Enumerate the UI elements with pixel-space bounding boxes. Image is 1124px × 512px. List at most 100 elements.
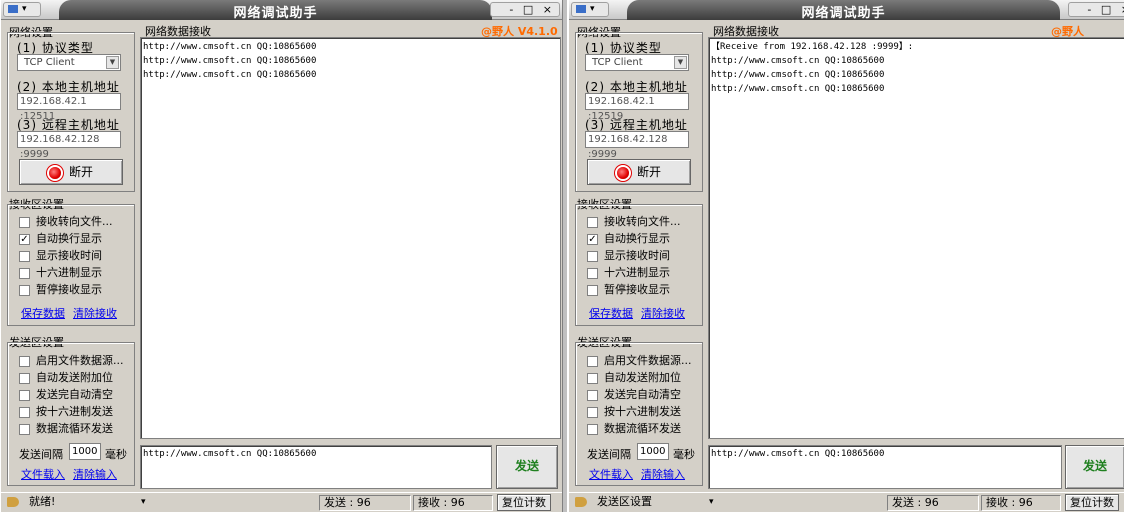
local-host-input[interactable]: 192.168.42.1 :12519: [585, 93, 689, 122]
option-label: 按十六进制发送: [36, 405, 113, 418]
checkbox-checked[interactable]: ✓: [19, 233, 30, 245]
recv-option-0[interactable]: 接收转向文件...: [19, 213, 113, 229]
send-option-0[interactable]: 启用文件数据源...: [19, 352, 124, 368]
chevron-down-icon[interactable]: ▼: [106, 56, 119, 69]
recv-option-1[interactable]: ✓ 自动换行显示: [19, 230, 102, 246]
status-caret: ▾: [709, 497, 714, 507]
protocol-select[interactable]: TCP Client ▼: [17, 54, 121, 71]
send-option-2[interactable]: 发送完自动清空: [587, 386, 681, 402]
remote-host-input[interactable]: 192.168.42.128 :9999: [585, 131, 689, 160]
option-label: 十六进制显示: [36, 266, 102, 279]
recv-text-area[interactable]: http://www.cmsoft.cn QQ:10865600 http://…: [140, 37, 561, 439]
reset-count-button[interactable]: 复位计数: [1065, 494, 1119, 511]
app-icon: [8, 4, 18, 13]
send-option-4[interactable]: 数据流循环发送: [19, 420, 113, 436]
reset-count-button[interactable]: 复位计数: [497, 494, 551, 511]
send-button[interactable]: 发送: [496, 445, 558, 489]
send-interval-label: 发送间隔: [19, 448, 63, 461]
checkbox[interactable]: [19, 267, 30, 279]
settings-panel: 网络设置 (1) 协议类型 TCP Client ▼ (2) 本地主机地址 192…: [573, 22, 705, 488]
send-option-3[interactable]: 按十六进制发送: [587, 403, 681, 419]
recv-line: http://www.cmsoft.cn QQ:10865600: [143, 56, 317, 66]
sent-count: 发送 : 96: [319, 495, 411, 511]
send-interval-input[interactable]: 1000: [69, 443, 101, 460]
connection-led-icon: [48, 166, 61, 179]
send-option-1[interactable]: 自动发送附加位: [19, 369, 113, 385]
checkbox[interactable]: [587, 389, 598, 401]
clear-recv-link[interactable]: 清除接收: [73, 305, 117, 321]
checkbox[interactable]: [19, 216, 30, 228]
send-option-4[interactable]: 数据流循环发送: [587, 420, 681, 436]
send-option-3[interactable]: 按十六进制发送: [19, 403, 113, 419]
send-interval-input[interactable]: 1000: [637, 443, 669, 460]
send-button[interactable]: 发送: [1065, 445, 1124, 489]
file-load-link[interactable]: 文件载入: [589, 466, 633, 482]
recv-line: http://www.cmsoft.cn QQ:10865600: [143, 70, 317, 80]
checkbox[interactable]: [19, 372, 30, 384]
recv-option-3[interactable]: 十六进制显示: [19, 264, 102, 280]
recv-option-0[interactable]: 接收转向文件...: [587, 213, 681, 229]
checkbox[interactable]: [19, 355, 30, 367]
option-label: 按十六进制发送: [604, 405, 681, 418]
save-data-link[interactable]: 保存数据: [589, 305, 633, 321]
local-host-input[interactable]: 192.168.42.1 :12511: [17, 93, 121, 122]
recv-option-3[interactable]: 十六进制显示: [587, 264, 670, 280]
status-bar: 发送区设置 ▾ 发送 : 96 接收 : 96 复位计数: [569, 492, 1124, 512]
checkbox[interactable]: [587, 406, 598, 418]
checkbox[interactable]: [587, 355, 598, 367]
checkbox[interactable]: [587, 267, 598, 279]
recv-option-2[interactable]: 显示接收时间: [19, 247, 102, 263]
status-bar: 就绪! ▾ 发送 : 96 接收 : 96 复位计数: [1, 492, 562, 512]
protocol-value: TCP Client: [592, 57, 643, 68]
checkbox[interactable]: [587, 284, 598, 296]
sent-count: 发送 : 96: [887, 495, 979, 511]
hand-icon: [575, 497, 587, 507]
status-caret: ▾: [141, 497, 146, 507]
disconnect-button[interactable]: 断开: [587, 159, 691, 185]
option-label: 接收转向文件...: [36, 215, 113, 228]
checkbox[interactable]: [19, 423, 30, 435]
checkbox[interactable]: [19, 406, 30, 418]
checkbox[interactable]: [19, 389, 30, 401]
checkbox[interactable]: [19, 284, 30, 296]
checkbox-checked[interactable]: ✓: [587, 233, 598, 245]
disconnect-button[interactable]: 断开: [19, 159, 123, 185]
recv-option-2[interactable]: 显示接收时间: [587, 247, 670, 263]
disconnect-label: 断开: [636, 165, 661, 179]
clear-input-link[interactable]: 清除输入: [641, 466, 685, 482]
remote-host-input[interactable]: 192.168.42.128 :9999: [17, 131, 121, 160]
recv-line: http://www.cmsoft.cn QQ:10865600: [711, 56, 885, 66]
clear-recv-link[interactable]: 清除接收: [641, 305, 685, 321]
system-menu-button[interactable]: ▾: [3, 2, 41, 17]
window-control-buttons[interactable]: - □ ×: [1068, 2, 1124, 17]
file-load-link[interactable]: 文件载入: [21, 466, 65, 482]
option-label: 显示接收时间: [36, 249, 102, 262]
send-option-0[interactable]: 启用文件数据源...: [587, 352, 692, 368]
checkbox[interactable]: [587, 216, 598, 228]
protocol-select[interactable]: TCP Client ▼: [585, 54, 689, 71]
recv-option-4[interactable]: 暂停接收显示: [19, 281, 102, 297]
checkbox[interactable]: [587, 250, 598, 262]
clear-input-link[interactable]: 清除输入: [73, 466, 117, 482]
send-option-1[interactable]: 自动发送附加位: [587, 369, 681, 385]
recv-count: 接收 : 96: [981, 495, 1061, 511]
window-control-buttons[interactable]: - □ ×: [490, 2, 560, 17]
send-option-2[interactable]: 发送完自动清空: [19, 386, 113, 402]
app-icon: [576, 4, 586, 13]
send-text-area[interactable]: http://www.cmsoft.cn QQ:10865600: [708, 445, 1062, 489]
recv-text-area[interactable]: 【Receive from 192.168.42.128 :9999】: htt…: [708, 37, 1124, 439]
option-label: 自动换行显示: [36, 232, 102, 245]
recv-option-4[interactable]: 暂停接收显示: [587, 281, 670, 297]
system-menu-button[interactable]: ▾: [571, 2, 609, 17]
title-tab: 网络调试助手: [59, 0, 492, 21]
recv-option-1[interactable]: ✓ 自动换行显示: [587, 230, 670, 246]
status-message: 就绪!: [3, 495, 133, 511]
save-data-link[interactable]: 保存数据: [21, 305, 65, 321]
interval-unit: 毫秒: [673, 448, 695, 461]
checkbox[interactable]: [19, 250, 30, 262]
checkbox[interactable]: [587, 423, 598, 435]
checkbox[interactable]: [587, 372, 598, 384]
send-text-area[interactable]: http://www.cmsoft.cn QQ:10865600: [140, 445, 492, 489]
recv-count: 接收 : 96: [413, 495, 493, 511]
chevron-down-icon[interactable]: ▼: [674, 56, 687, 69]
